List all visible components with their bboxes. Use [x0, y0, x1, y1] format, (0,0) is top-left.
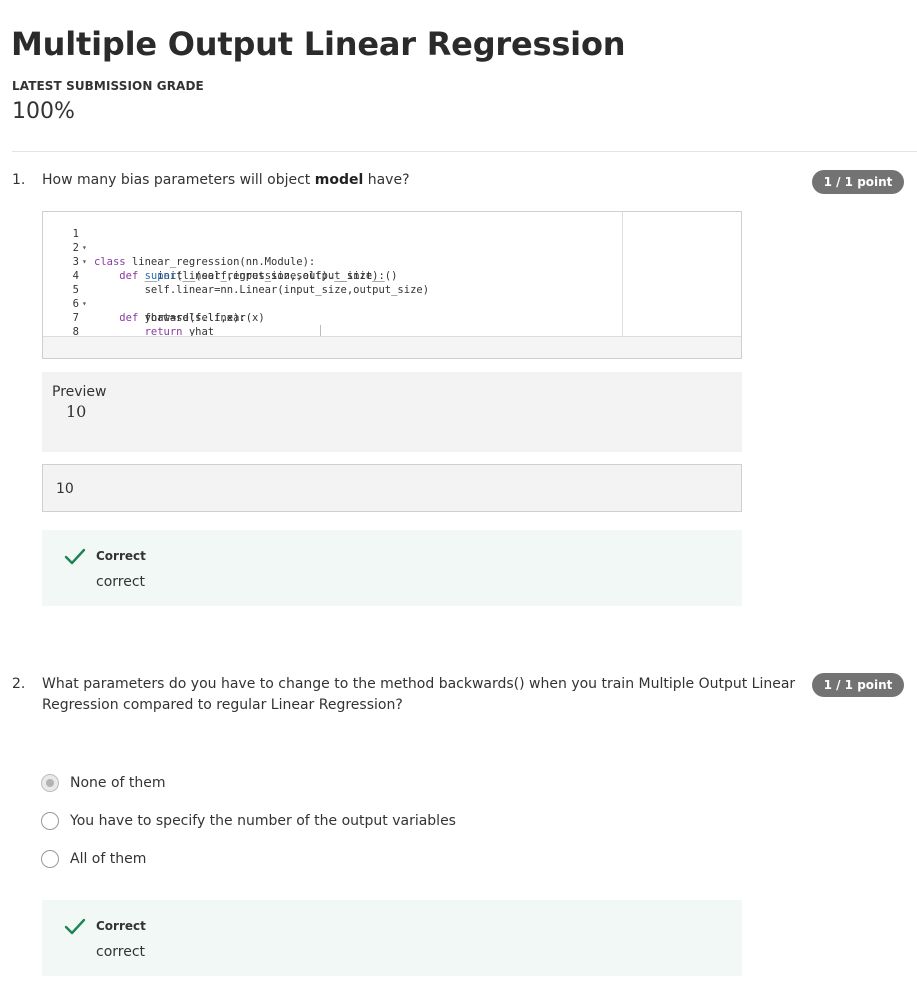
- question-1-points-badge: 1 / 1 point: [812, 170, 904, 194]
- answer-input-value: 10: [56, 481, 74, 497]
- question-2-text: What parameters do you have to change to…: [42, 674, 795, 716]
- checkmark-icon: [64, 548, 86, 565]
- option-label[interactable]: None of them: [70, 774, 166, 793]
- question-1-text: How many bias parameters will object mod…: [42, 170, 410, 191]
- question-2-points-badge: 1 / 1 point: [812, 673, 904, 697]
- page-title: Multiple Output Linear Regression: [11, 25, 626, 63]
- radio-button-selected[interactable]: [41, 774, 59, 792]
- code-line: 3 super(linear_regression,self).__init__…: [43, 241, 741, 282]
- code-line: 8: [43, 311, 741, 336]
- question-2-text-line-1: What parameters do you have to change to…: [42, 676, 796, 692]
- question-1-text-bold: model: [314, 172, 364, 188]
- header-divider: [12, 151, 917, 152]
- preview-value: 10: [66, 402, 87, 421]
- code-line: 2 ▾ def __init__(self,input_size,output_…: [43, 227, 741, 282]
- feedback-title: Correct: [96, 549, 146, 563]
- feedback-text: correct: [96, 574, 146, 590]
- question-2-number: 2.: [12, 676, 26, 692]
- code-line: 6 yhat=self.linear(x): [43, 283, 741, 324]
- question-2-text-line-2: Regression compared to regular Linear Re…: [42, 697, 403, 713]
- question-1-number: 1.: [12, 172, 26, 188]
- code-area[interactable]: 1 ▾ class linear_regression(nn.Module): …: [43, 212, 741, 337]
- feedback-text: correct: [96, 944, 146, 960]
- question-2-feedback: Correct correct: [42, 900, 742, 976]
- radio-button[interactable]: [41, 850, 59, 868]
- grade-label: LATEST SUBMISSION GRADE: [12, 79, 204, 93]
- text-cursor: [320, 325, 321, 336]
- code-line-active: 9 model=linear_regression(3,10): [43, 325, 741, 336]
- code-line: 5 ▾ def forward(self,x):: [43, 269, 741, 324]
- preview-label: Preview: [52, 384, 107, 400]
- code-line: 7 return yhat: [43, 297, 741, 336]
- answer-input[interactable]: 10: [42, 464, 742, 512]
- radio-button[interactable]: [41, 812, 59, 830]
- code-editor[interactable]: 1 ▾ class linear_regression(nn.Module): …: [42, 211, 742, 359]
- grade-value: 100%: [12, 99, 75, 124]
- option-label[interactable]: You have to specify the number of the ou…: [70, 812, 456, 831]
- code-line: 4 self.linear=nn.Linear(input_size,outpu…: [43, 255, 741, 296]
- option-label[interactable]: All of them: [70, 850, 146, 869]
- preview-box: Preview 10: [42, 372, 742, 452]
- feedback-title: Correct: [96, 919, 146, 933]
- code-line: 1 ▾ class linear_regression(nn.Module):: [43, 213, 741, 268]
- question-1-text-end: have?: [363, 172, 410, 188]
- checkmark-icon: [64, 918, 86, 935]
- question-1-feedback: Correct correct: [42, 530, 742, 606]
- question-1-text-start: How many bias parameters will object: [42, 172, 315, 188]
